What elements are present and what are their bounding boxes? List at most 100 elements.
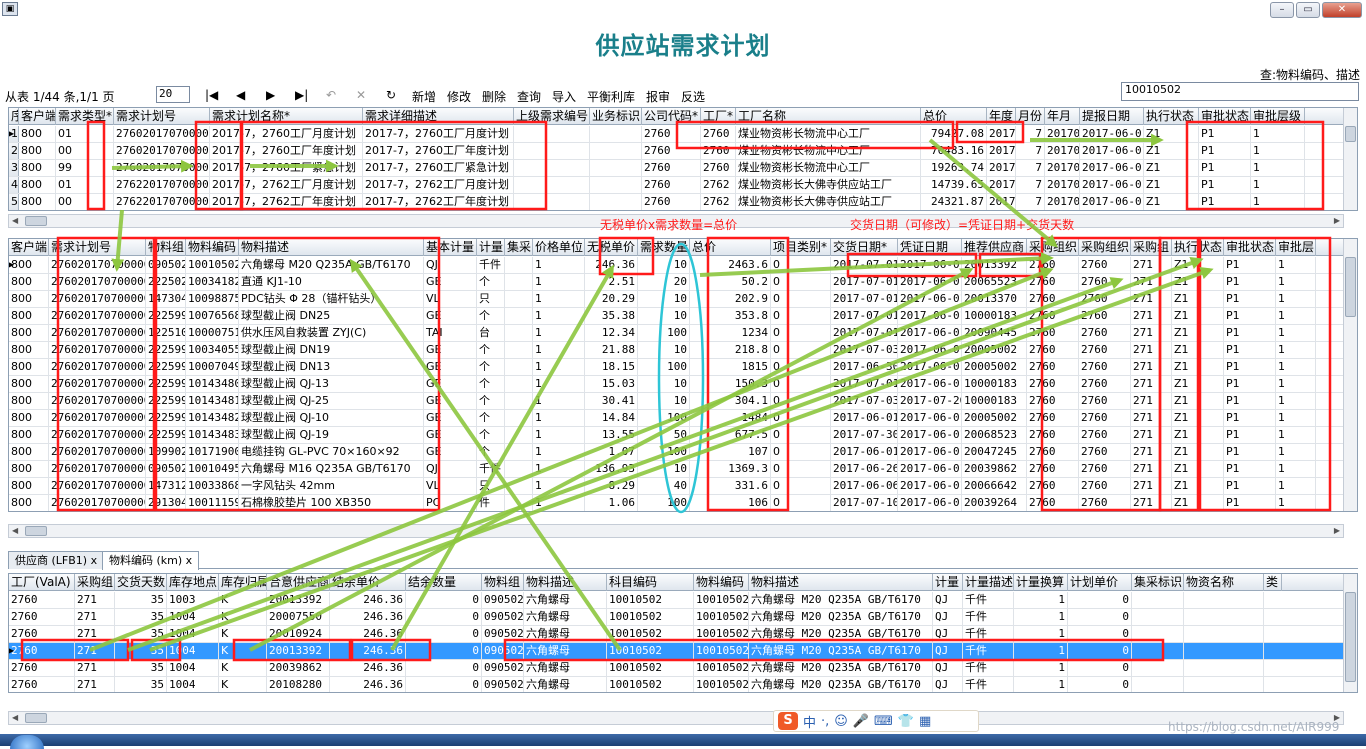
table-cell[interactable] bbox=[590, 177, 642, 193]
table-cell[interactable]: 10 bbox=[638, 393, 690, 409]
table-cell[interactable] bbox=[514, 143, 590, 159]
table-cell[interactable]: GE bbox=[424, 359, 477, 375]
table-cell[interactable]: 千件 bbox=[963, 626, 1014, 642]
table-cell[interactable]: 1 bbox=[1276, 308, 1316, 324]
table-cell[interactable]: 0 bbox=[1068, 660, 1132, 676]
table-cell[interactable]: 2760 bbox=[1079, 274, 1131, 290]
table-cell[interactable]: 1003 bbox=[167, 592, 219, 608]
table-cell[interactable]: K bbox=[219, 609, 267, 625]
table-cell[interactable]: 3 bbox=[9, 160, 19, 176]
table-cell[interactable]: 10010502 bbox=[694, 609, 749, 625]
table-cell[interactable]: 800 bbox=[19, 194, 56, 210]
table-row[interactable]: 800276020170700000122259910076568球型截止阀 D… bbox=[9, 308, 1343, 325]
table-cell[interactable]: 1 bbox=[533, 325, 585, 341]
table-cell[interactable]: VL bbox=[424, 478, 477, 494]
table-cell[interactable] bbox=[505, 359, 533, 375]
table-cell[interactable]: 10011159 bbox=[186, 495, 239, 511]
table-cell[interactable]: 271 bbox=[75, 609, 115, 625]
table-cell[interactable]: Z1 bbox=[1172, 291, 1224, 307]
table-cell[interactable]: P1 bbox=[1199, 177, 1251, 193]
table-cell[interactable]: 1 bbox=[1276, 427, 1316, 443]
table-row[interactable]: 800276020170700000114730410098875PDC钻头 Φ… bbox=[9, 291, 1343, 308]
table-cell[interactable]: 1 bbox=[1276, 393, 1316, 409]
table-cell[interactable]: 0 bbox=[771, 342, 831, 358]
table-cell[interactable]: P1 bbox=[1224, 410, 1276, 426]
table-cell[interactable]: QJ bbox=[933, 626, 963, 642]
table-cell[interactable]: 2760 bbox=[1079, 444, 1131, 460]
table-cell[interactable]: Z1 bbox=[1172, 257, 1224, 273]
table-cell[interactable]: 7 bbox=[1016, 160, 1045, 176]
table-cell[interactable]: 2760201707000001 bbox=[49, 274, 146, 290]
table-cell[interactable]: 2760 bbox=[701, 126, 736, 142]
table-row[interactable]: 18000127602017070000012017-7，2760工厂月度计划2… bbox=[9, 126, 1343, 143]
column-header[interactable]: 工厂名称 bbox=[736, 108, 921, 125]
table-cell[interactable]: 2760 bbox=[9, 592, 75, 608]
table-cell[interactable]: 1 bbox=[533, 376, 585, 392]
table-cell[interactable]: 2760 bbox=[642, 143, 701, 159]
table-cell[interactable]: 2017-06-30 bbox=[831, 359, 898, 375]
table-cell[interactable]: GE bbox=[424, 376, 477, 392]
table-cell[interactable]: 六角螺母 M20 Q235A GB/T6170 bbox=[749, 643, 933, 659]
table-cell[interactable]: 0 bbox=[406, 592, 482, 608]
table-cell[interactable]: 球型截止阀 DN19 bbox=[239, 342, 424, 358]
table-cell[interactable]: P1 bbox=[1224, 325, 1276, 341]
table-cell[interactable]: Z1 bbox=[1172, 308, 1224, 324]
table-cell[interactable]: 2760 bbox=[1079, 376, 1131, 392]
table-cell[interactable]: 2760201707000001 bbox=[49, 410, 146, 426]
table-cell[interactable]: 10 bbox=[638, 308, 690, 324]
table-cell[interactable]: P1 bbox=[1224, 444, 1276, 460]
column-header[interactable]: 采购组织 bbox=[1027, 239, 1079, 256]
table-cell[interactable]: QJ bbox=[933, 677, 963, 692]
query-button[interactable]: 查询 bbox=[517, 88, 541, 105]
table-cell[interactable]: 2017-06-01 bbox=[898, 359, 962, 375]
new-button[interactable]: 新增 bbox=[412, 88, 436, 105]
table-cell[interactable]: Z1 bbox=[1172, 478, 1224, 494]
table-cell[interactable]: 222599 bbox=[146, 410, 186, 426]
table-cell[interactable]: 10010502 bbox=[607, 626, 694, 642]
table-cell[interactable]: 六角螺母 M20 Q235A GB/T6170 bbox=[239, 257, 424, 273]
table-cell[interactable]: 10143481 bbox=[186, 393, 239, 409]
table-cell[interactable]: 40 bbox=[638, 478, 690, 494]
table-cell[interactable]: Z1 bbox=[1172, 376, 1224, 392]
table-cell[interactable]: 六角螺母 bbox=[524, 609, 607, 625]
table-cell[interactable]: 10007049 bbox=[186, 359, 239, 375]
table-cell[interactable]: P1 bbox=[1224, 427, 1276, 443]
table-cell[interactable]: 0 bbox=[406, 660, 482, 676]
table-cell[interactable]: 1 bbox=[1276, 291, 1316, 307]
table-cell[interactable]: 10034182 bbox=[186, 274, 239, 290]
table-cell[interactable]: 090502 bbox=[482, 677, 524, 692]
table-cell[interactable]: 20013370 bbox=[962, 291, 1027, 307]
table-cell[interactable]: 2017-07-10 bbox=[831, 495, 898, 511]
table-cell[interactable]: 2017 bbox=[987, 177, 1016, 193]
table-cell[interactable]: 0 bbox=[771, 444, 831, 460]
table-cell[interactable]: 100 bbox=[638, 359, 690, 375]
table-row[interactable]: 48000127622017070000012017-7，2762工厂月度计划2… bbox=[9, 177, 1343, 194]
table-cell[interactable]: 1 bbox=[1251, 126, 1305, 142]
table-cell[interactable]: 2017-07-20 bbox=[898, 393, 962, 409]
table-cell[interactable]: 2017-06-01 bbox=[898, 410, 962, 426]
table-cell[interactable]: 271 bbox=[1131, 291, 1172, 307]
table-cell[interactable]: 2.51 bbox=[585, 274, 638, 290]
table-cell[interactable]: 0 bbox=[771, 393, 831, 409]
prev-page-button[interactable]: ◀ bbox=[236, 88, 245, 102]
table-cell[interactable] bbox=[514, 126, 590, 142]
table-cell[interactable]: Z1 bbox=[1144, 160, 1199, 176]
table-cell[interactable]: 2017-7，2760工厂紧急计划 bbox=[210, 160, 363, 176]
table-cell[interactable] bbox=[514, 177, 590, 193]
table-cell[interactable]: Z1 bbox=[1172, 325, 1224, 341]
table-cell[interactable]: 个 bbox=[477, 274, 505, 290]
table-cell[interactable]: 千件 bbox=[477, 461, 505, 477]
table-cell[interactable]: 电缆挂钩 GL-PVC 70×160×92 bbox=[239, 444, 424, 460]
table-cell[interactable]: 271 bbox=[1131, 376, 1172, 392]
tab-close-icon[interactable]: x bbox=[186, 554, 193, 567]
table-cell[interactable]: 2760 bbox=[1079, 359, 1131, 375]
column-header[interactable]: 基本计量 bbox=[424, 239, 477, 256]
column-header[interactable]: 执行状态 bbox=[1144, 108, 1199, 125]
table-cell[interactable]: P1 bbox=[1224, 274, 1276, 290]
table-cell[interactable]: 10010502 bbox=[694, 677, 749, 692]
table-cell[interactable]: 271 bbox=[1131, 495, 1172, 511]
table-cell[interactable]: 2017-06-26 bbox=[831, 461, 898, 477]
table-cell[interactable]: 一字风钻头 42mm bbox=[239, 478, 424, 494]
table-cell[interactable]: Z1 bbox=[1172, 359, 1224, 375]
column-header[interactable]: 总价 bbox=[690, 239, 771, 256]
